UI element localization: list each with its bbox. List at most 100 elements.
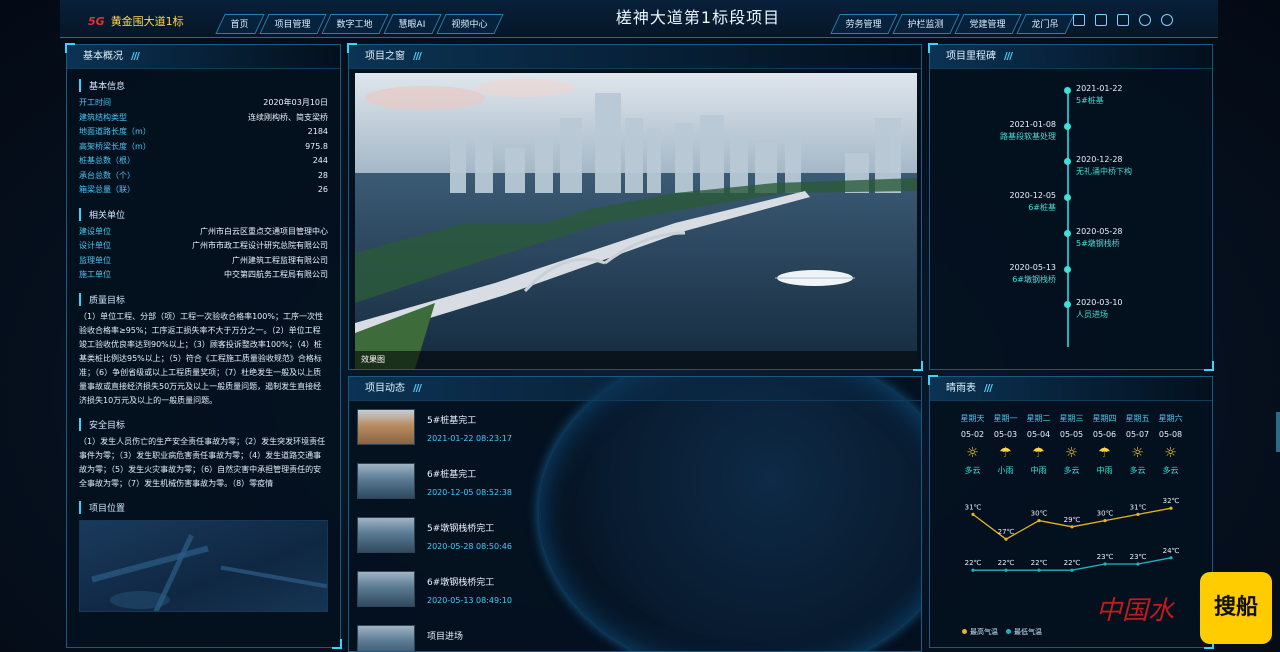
milestone-item[interactable]: 2021-01-22 5#桩基 (1076, 83, 1123, 107)
panel-header: 晴雨表 /// (930, 377, 1212, 401)
temp-point (1004, 568, 1008, 572)
milestone-dot (1064, 301, 1071, 309)
milestone-item[interactable]: 2020-12-05 6#桩基 (1010, 190, 1057, 214)
screen-icon[interactable] (1095, 14, 1107, 26)
temp-point (1136, 512, 1140, 516)
moderate-rain-icon: ☂ (1032, 445, 1045, 461)
news-thumbnail (357, 571, 415, 607)
location-map[interactable] (79, 519, 328, 612)
weather-desc: 小雨 (997, 466, 1014, 475)
weather-title: 晴雨表 (946, 383, 976, 394)
milestone-item[interactable]: 2020-05-13 6#墩钢栈桥 (1010, 262, 1057, 286)
temp-point (1136, 562, 1140, 566)
partly-cloudy-icon: ☼ (966, 445, 979, 461)
info-key: 建设单位 (79, 226, 111, 236)
panel-header: 基本概况 /// (67, 45, 340, 69)
weather-date: 05-07 (1125, 430, 1150, 439)
weather-desc: 多云 (964, 466, 981, 475)
milestone-name: 人员进场 (1076, 310, 1108, 320)
rendering-image[interactable]: 效果图 (355, 73, 917, 369)
milestone-dot (1064, 122, 1071, 130)
milestone-dot (1064, 194, 1071, 202)
info-row: 箱梁总量（联） 26 (79, 183, 328, 198)
info-row: 监理单位 广州建筑工程监理有限公司 (79, 254, 328, 269)
milestone-item[interactable]: 2021-01-08 路基段软基处理 (1000, 119, 1056, 143)
legend-low-marker (1006, 629, 1011, 634)
title-frame: 槎神大道第1标段项目 (543, 0, 853, 38)
nav-tab-ai[interactable]: 慧眼AI (383, 14, 442, 34)
info-key: 高架桥梁长度（m） (79, 141, 151, 151)
milestone-title: 项目里程碑 (946, 51, 996, 62)
temp-point (971, 568, 975, 572)
news-item[interactable]: 项目进场 (357, 625, 617, 651)
nav-tab-project[interactable]: 项目管理 (259, 14, 327, 34)
slash-icon: /// (131, 51, 140, 62)
news-item[interactable]: 5#桩基完工 2021-01-22 08:23:17 (357, 409, 617, 463)
info-key: 监理单位 (79, 255, 111, 265)
temp-point (1070, 525, 1074, 529)
temp-point (1070, 568, 1074, 572)
milestone-dot (1064, 265, 1071, 273)
brand: 5G 黄金围大道1标 (88, 13, 184, 29)
milestone-dot (1064, 229, 1071, 237)
news-thumbnail (357, 409, 415, 445)
document-icon[interactable] (1117, 14, 1129, 26)
temp-point (1037, 568, 1041, 572)
milestone-item[interactable]: 2020-03-10 人员进场 (1076, 297, 1123, 321)
temp-label: 24℃ (1163, 547, 1180, 555)
info-key: 箱梁总量（联） (79, 185, 135, 194)
partly-cloudy-icon: ☼ (1065, 445, 1078, 461)
news-item[interactable]: 6#桩基完工 2020-12-05 08:52:38 (357, 463, 617, 517)
temp-label: 29℃ (1064, 516, 1081, 524)
slash-icon: /// (413, 383, 422, 394)
nav-tab-home[interactable]: 首页 (215, 14, 265, 34)
gear-icon[interactable] (1139, 14, 1151, 26)
units-heading: 相关单位 (79, 207, 328, 221)
weekday: 星期三 (1059, 414, 1084, 423)
news-item[interactable]: 5#墩钢栈桥完工 2020-05-28 08:50:46 (357, 517, 617, 571)
nav-tab-party[interactable]: 党建管理 (954, 14, 1022, 34)
milestone-panel: 项目里程碑 /// 2021-01-22 5#桩基 2021-01-08 路基段软基处理… (928, 43, 1214, 371)
side-handle[interactable] (1276, 412, 1280, 452)
temp-point (1103, 519, 1107, 523)
weather-date: 05-08 (1158, 430, 1183, 439)
monitor-icon[interactable] (1073, 14, 1085, 26)
page-title: 槎神大道第1标段项目 (615, 8, 781, 27)
milestone-date: 2020-12-05 (1009, 191, 1057, 201)
legend-high: 最高气温 (962, 627, 998, 637)
info-row: 建筑结构类型 连续刚构桥、简支梁桥 (79, 111, 328, 126)
watermark-logo-left: 中国水 (1096, 596, 1175, 626)
temp-point (1037, 519, 1041, 523)
news-item-title: 项目进场 (427, 632, 464, 642)
temp-point (1169, 556, 1173, 560)
milestone-item[interactable]: 2020-05-28 5#墩钢栈桥 (1076, 226, 1123, 250)
nav-right: 劳务管理 护栏监测 党建管理 龙门吊 (830, 14, 1075, 34)
nav-tab-labor[interactable]: 劳务管理 (830, 14, 898, 34)
nav-tab-crane[interactable]: 龙门吊 (1016, 14, 1075, 34)
units-list: 建设单位 广州市白云区重点交通项目管理中心 设计单位 广州市市政工程设计研究总院有限公… (79, 225, 328, 283)
news-item[interactable]: 6#墩钢栈桥完工 2020-05-13 08:49:10 (357, 571, 617, 625)
power-icon[interactable] (1161, 14, 1173, 26)
milestone-item[interactable]: 2020-12-28 无礼涌中桥下构 (1076, 154, 1132, 178)
milestone-date: 2020-03-10 (1076, 298, 1123, 308)
weather-day: 星期一 05-03 ☂ 小雨 (989, 413, 1022, 476)
nav-tab-video[interactable]: 视频中心 (436, 14, 504, 34)
brand-name: 黄金围大道1标 (110, 15, 184, 28)
temp-label: 23℃ (1097, 553, 1114, 561)
milestone-name: 无礼涌中桥下构 (1076, 167, 1132, 177)
panel-header: 项目动态 /// (349, 377, 921, 401)
nav-tab-site[interactable]: 数字工地 (321, 14, 389, 34)
overview-title: 基本概况 (83, 51, 123, 62)
weather-day: 星期四 05-06 ☂ 中雨 (1088, 413, 1121, 476)
temp-label: 31℃ (965, 503, 982, 511)
slash-icon: /// (984, 383, 993, 394)
weather-week: 星期天 05-02 ☼ 多云 星期一 05-03 ☂ 小雨 星期二 05-04 ☂ 中雨 星期三 05-0… (956, 413, 1187, 476)
panel-header: 项目里程碑 /// (930, 45, 1212, 69)
nav-tab-guardrail[interactable]: 护栏监测 (892, 14, 960, 34)
weather-desc: 中雨 (1096, 466, 1113, 475)
milestone-date: 2020-05-13 (1009, 262, 1057, 272)
weather-date: 05-05 (1059, 430, 1084, 439)
project-window-panel: 项目之窗/// 效果图 (347, 43, 923, 371)
weather-day: 星期五 05-07 ☼ 多云 (1121, 413, 1154, 476)
weather-day: 星期天 05-02 ☼ 多云 (956, 413, 989, 476)
